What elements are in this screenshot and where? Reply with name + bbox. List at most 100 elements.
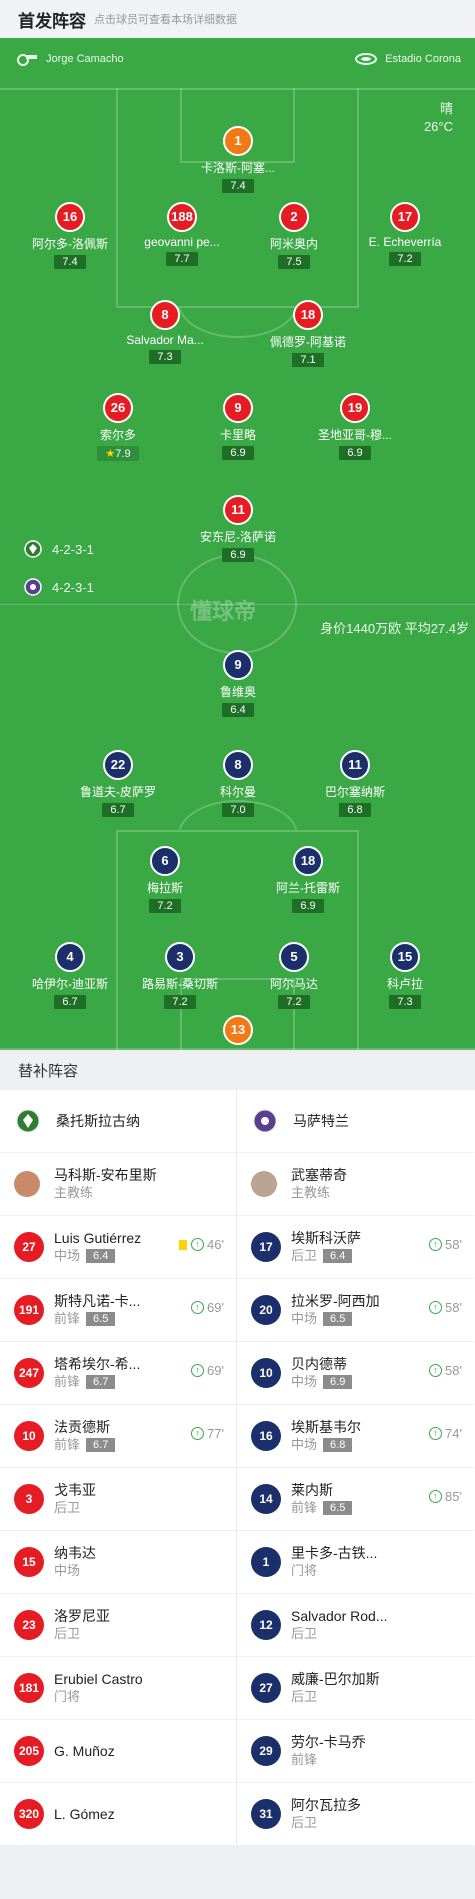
- sub-player-info: 塔希埃尔-希... 前锋 6.7: [54, 1355, 140, 1391]
- stadium-info: Estadio Corona: [355, 52, 461, 66]
- away-player-10[interactable]: 13乌戈-冈萨雷斯7.1: [183, 1015, 293, 1050]
- player-number-badge: 1: [223, 126, 253, 156]
- sub-player-name: 莱内斯: [291, 1482, 333, 1498]
- position-text: 后卫: [54, 1500, 81, 1515]
- away-player-0[interactable]: 9 鲁维奥 6.4: [183, 650, 293, 718]
- pitch: Jorge Camacho Estadio Corona 晴 26°C 4-2-…: [0, 38, 475, 1050]
- away-sub-row[interactable]: 14 莱内斯 前锋 6.5 ↑ 85': [237, 1468, 474, 1531]
- away-player-9[interactable]: 15 科卢拉 7.3: [350, 942, 460, 1010]
- player-number-badge: 13: [223, 1015, 253, 1045]
- away-sub-row[interactable]: 27 威廉-巴尔加斯 后卫: [237, 1657, 474, 1720]
- sub-player-info: 莱内斯前锋 6.5: [291, 1481, 353, 1517]
- player-rating: 6.7: [54, 995, 86, 1009]
- player-name: Salvador Ma...: [126, 333, 204, 347]
- sub-in-icon: ↑: [429, 1238, 443, 1251]
- away-sub-row[interactable]: 31 阿尔瓦拉多 后卫: [237, 1783, 474, 1846]
- player-number-badge: 320: [14, 1799, 44, 1829]
- player-number-badge: 191: [14, 1295, 44, 1325]
- sub-player-info: 埃斯基韦尔 中场 6.8: [291, 1418, 361, 1454]
- away-coach-row[interactable]: 武塞蒂奇 主教练: [237, 1153, 474, 1216]
- sub-player-rating: 6.4: [86, 1249, 116, 1263]
- away-player-2[interactable]: 8 科尔曼 7.0: [183, 750, 293, 818]
- sub-player-info: Luis Gutiérrez 中场 6.4: [54, 1229, 141, 1265]
- home-player-7[interactable]: 26 索尔多 ★7.9: [63, 393, 173, 462]
- sub-player-position: 中场 6.9: [291, 1373, 353, 1391]
- home-player-6[interactable]: 18 佩德罗-阿基诺 7.1: [253, 300, 363, 368]
- away-sub-row[interactable]: 1 里卡多-古铁... 门将: [237, 1531, 474, 1594]
- player-rating: ★7.9: [97, 446, 139, 461]
- rating-value: 7.0: [230, 804, 246, 816]
- away-sub-row[interactable]: 16 埃斯基韦尔 中场 6.8 ↑ 74': [237, 1405, 474, 1468]
- home-sub-row[interactable]: 27 Luis Gutiérrez 中场 6.4 ↑ 46': [0, 1216, 236, 1279]
- away-player-6[interactable]: 4 哈伊尔-迪亚斯 6.7: [15, 942, 125, 1010]
- home-player-1[interactable]: 16 阿尔多-洛佩斯 7.4: [15, 202, 125, 270]
- player-number-badge: 2: [279, 202, 309, 232]
- away-player-8[interactable]: 5 阿尔马达 7.2: [239, 942, 349, 1010]
- home-player-2[interactable]: 188 geovanni pe... 7.7: [127, 202, 237, 267]
- home-sub-row[interactable]: 247 塔希埃尔-希... 前锋 6.7 ↑ 69': [0, 1342, 236, 1405]
- away-player-7[interactable]: 3 路易斯-桑切斯 7.2: [125, 942, 235, 1010]
- sub-player-name: 法贡德斯: [54, 1419, 110, 1435]
- home-team-name: 桑托斯拉古纳: [56, 1113, 140, 1129]
- rating-value: 6.8: [347, 804, 363, 816]
- away-player-1[interactable]: 22 鲁道夫-皮萨罗 6.7: [63, 750, 173, 818]
- sub-player-name: Luis Gutiérrez: [54, 1230, 142, 1246]
- home-player-4[interactable]: 17 E. Echeverría 7.2: [350, 202, 460, 267]
- player-name: 圣地亚哥-穆...: [318, 428, 392, 442]
- sub-player-name: 拉米罗-阿西加: [291, 1293, 380, 1309]
- away-team-row[interactable]: 马萨特兰: [237, 1090, 474, 1153]
- home-sub-row[interactable]: 205 G. Muñoz: [0, 1720, 236, 1783]
- sub-player-rating: 6.5: [323, 1501, 353, 1515]
- away-formation: 4-2-3-1: [24, 578, 94, 596]
- player-rating: 6.9: [222, 548, 254, 562]
- away-sub-row[interactable]: 17 埃斯科沃萨 后卫 6.4 ↑ 58': [237, 1216, 474, 1279]
- home-player-9[interactable]: 19 圣地亚哥-穆... 6.9: [300, 393, 410, 461]
- away-sub-row[interactable]: 20 拉米罗-阿西加 中场 6.5 ↑ 58': [237, 1279, 474, 1342]
- away-sub-row[interactable]: 10 贝内德蒂 中场 6.9 ↑ 58': [237, 1342, 474, 1405]
- sub-in-icon: ↑: [191, 1238, 205, 1251]
- sub-player-position: 中场 6.8: [291, 1436, 361, 1454]
- home-player-3[interactable]: 2 阿米奥内 7.5: [239, 202, 349, 270]
- position-text: 前锋: [291, 1500, 318, 1515]
- player-number-badge: 19: [340, 393, 370, 423]
- away-player-5[interactable]: 18 阿兰-托雷斯 6.9: [253, 846, 363, 914]
- home-player-5[interactable]: 8 Salvador Ma... 7.3: [110, 300, 220, 365]
- sub-player-info: 拉米罗-阿西加 中场 6.5: [291, 1292, 380, 1328]
- player-name: 哈伊尔-迪亚斯: [32, 977, 108, 991]
- player-number-badge: 6: [150, 846, 180, 876]
- player-rating: 7.7: [166, 252, 198, 266]
- sub-player-info: Salvador Rod... 后卫: [291, 1607, 388, 1643]
- home-player-10[interactable]: 11 安东尼-洛萨诺 6.9: [183, 495, 293, 563]
- home-sub-row[interactable]: 181 Erubiel Castro 门将: [0, 1657, 236, 1720]
- player-name: 佩德罗-阿基诺: [270, 335, 346, 349]
- sub-player-info: 戈韦亚 后卫: [54, 1481, 96, 1517]
- home-sub-row[interactable]: 191 斯特凡诺-卡... 前锋 6.5 ↑ 69': [0, 1279, 236, 1342]
- rating-value: 6.7: [62, 996, 78, 1008]
- home-sub-row[interactable]: 320 L. Gómez: [0, 1783, 236, 1846]
- position-text: 中场: [291, 1374, 318, 1389]
- home-sub-row[interactable]: 10 法贡德斯 前锋 6.7 ↑ 77': [0, 1405, 236, 1468]
- home-player-8[interactable]: 9 卡里略 6.9: [183, 393, 293, 461]
- position-text: 中场: [291, 1311, 318, 1326]
- sub-in-event: ↑ 77': [191, 1426, 224, 1441]
- sub-player-position: 后卫: [291, 1688, 380, 1706]
- home-sub-row[interactable]: 23 洛罗尼亚 后卫: [0, 1594, 236, 1657]
- sub-player-position: 后卫: [54, 1625, 110, 1643]
- player-number-badge: 27: [251, 1673, 281, 1703]
- rating-value: 7.4: [230, 180, 246, 192]
- home-player-0[interactable]: 1 卡洛斯-阿塞... 7.4: [183, 126, 293, 194]
- sub-player-info: 纳韦达 中场: [54, 1544, 96, 1580]
- sub-in-event: ↑ 46': [179, 1237, 224, 1252]
- home-sub-row[interactable]: 15 纳韦达 中场: [0, 1531, 236, 1594]
- home-team-row[interactable]: 桑托斯拉古纳: [0, 1090, 236, 1153]
- home-formation-text: 4-2-3-1: [52, 541, 94, 557]
- away-sub-row[interactable]: 29 劳尔-卡马乔 前锋: [237, 1720, 474, 1783]
- home-sub-row[interactable]: 3 戈韦亚 后卫: [0, 1468, 236, 1531]
- away-player-4[interactable]: 6 梅拉斯 7.2: [110, 846, 220, 914]
- position-text: 后卫: [291, 1689, 318, 1704]
- away-sub-row[interactable]: 12 Salvador Rod... 后卫: [237, 1594, 474, 1657]
- away-player-3[interactable]: 11 巴尔塞纳斯 6.8: [300, 750, 410, 818]
- rating-value: 7.7: [174, 253, 190, 265]
- player-name: 路易斯-桑切斯: [142, 977, 218, 991]
- home-coach-row[interactable]: 马科斯-安布里斯 主教练: [0, 1153, 236, 1216]
